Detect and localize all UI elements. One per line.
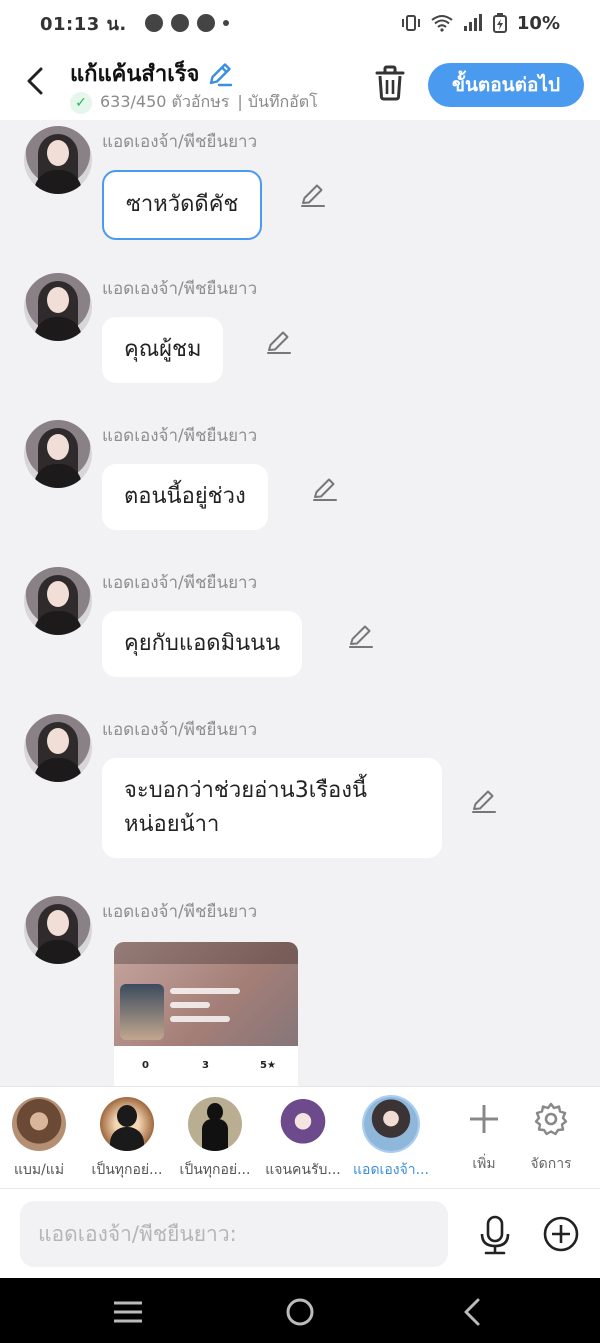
sender-avatar[interactable]: [24, 273, 92, 341]
notification-icons: [144, 14, 229, 32]
character-name: เป็นทุกอย่...: [179, 1162, 251, 1178]
menu-icon: [114, 1301, 142, 1323]
system-nav-bar: [0, 1278, 600, 1343]
character-item[interactable]: เป็นทุกอย่...: [84, 1097, 170, 1181]
story-title-row[interactable]: แก้แค้นสำเร็จ: [70, 56, 233, 91]
message-input[interactable]: [20, 1201, 448, 1267]
sender-name: แอดเองจ้า/พีชยืนยาว: [102, 279, 258, 299]
battery-level: 10%: [516, 12, 560, 34]
message-item: แอดเองจ้า/พีชยืนยาว จะบอกว่าช่วยอ่าน3เรื…: [0, 708, 600, 888]
edit-message-icon[interactable]: [300, 182, 326, 208]
character-name: แอดเองจ้า...: [353, 1162, 429, 1178]
character-item[interactable]: เป็นทุกอย่...: [172, 1097, 258, 1181]
sender-avatar[interactable]: [24, 896, 92, 964]
status-bar: 01:13 น. 10%: [0, 0, 600, 46]
back-button[interactable]: [18, 64, 52, 98]
message-input-bar: [0, 1188, 600, 1278]
autosave-status: | บันทึกอัตโ: [237, 92, 318, 111]
character-avatar: [364, 1097, 418, 1151]
vibrate-icon: [401, 15, 420, 31]
sender-name: แอดเองจ้า/พีชยืนยาว: [102, 902, 258, 922]
edit-title-icon[interactable]: [207, 61, 233, 87]
next-step-button[interactable]: ขั้นตอนต่อไป: [428, 63, 584, 107]
status-right: 10%: [401, 13, 560, 34]
message-item: แอดเองจ้า/พีชยืนยาว ตอนนี้อยู่ช่วง: [0, 414, 600, 554]
app-notification-icon: [196, 14, 215, 32]
character-name: เป็นทุกอย่...: [91, 1162, 163, 1178]
signal-icon: [463, 14, 482, 31]
plus-icon: [454, 1099, 514, 1139]
sender-avatar[interactable]: [24, 420, 92, 488]
screenshot-stat: 3: [202, 1060, 209, 1071]
more-notifications-icon: [222, 20, 229, 26]
message-bubble[interactable]: ตอนนี้อยู่ช่วง: [102, 464, 268, 530]
add-label: เพิ่ม: [472, 1156, 496, 1172]
sender-avatar[interactable]: [24, 126, 92, 194]
screenshot-cover-thumbnail: [120, 984, 164, 1040]
sender-name: แอดเองจ้า/พีชยืนยาว: [102, 720, 258, 740]
story-meta: ✓ 633/450 ตัวอักษร | บันทึกอัตโ: [70, 90, 348, 115]
story-title[interactable]: แก้แค้นสำเร็จ: [70, 56, 199, 91]
screenshot-top-bar: [114, 942, 298, 964]
character-item-active[interactable]: แอดเองจ้า...: [348, 1097, 434, 1181]
sender-name: แอดเองจ้า/พีชยืนยาว: [102, 132, 258, 152]
wifi-icon: [431, 15, 453, 32]
message-item: แอดเองจ้า/พีชยืนยาว คุยกับแอดมินนน: [0, 561, 600, 701]
system-back-button[interactable]: [452, 1292, 492, 1332]
sender-avatar[interactable]: [24, 567, 92, 635]
voice-input-button[interactable]: [478, 1215, 512, 1255]
home-button[interactable]: [280, 1292, 320, 1332]
character-item[interactable]: แจนคนรับ...: [260, 1097, 346, 1181]
sender-avatar[interactable]: [24, 714, 92, 782]
message-bubble[interactable]: จะบอกว่าช่วยอ่าน3เรืองนี้หน่อยน้าา: [102, 758, 442, 858]
app-notification-icon: [170, 14, 189, 32]
delete-button[interactable]: [372, 64, 408, 102]
edit-message-icon[interactable]: [312, 476, 338, 502]
sender-name: แอดเองจ้า/พีชยืนยาว: [102, 573, 258, 593]
message-bubble[interactable]: คุณผู้ชม: [102, 317, 224, 383]
battery-charging-icon: [492, 13, 507, 33]
home-circle-icon: [286, 1298, 314, 1326]
manage-label: จัดการ: [530, 1156, 572, 1172]
app-notification-icon: [144, 14, 163, 32]
edit-message-icon[interactable]: [471, 788, 497, 814]
chevron-left-icon: [27, 67, 43, 95]
plus-circle-icon: [543, 1216, 579, 1252]
edit-message-icon[interactable]: [348, 623, 374, 649]
char-count: 633/450 ตัวอักษร: [100, 92, 230, 111]
character-avatar: [276, 1097, 330, 1151]
message-item: แอดเองจ้า/พีชยืนยาว ซาหวัดดีคัช: [0, 120, 600, 260]
sender-name: แอดเองจ้า/พีชยืนยาว: [102, 426, 258, 446]
chat-area[interactable]: แอดเองจ้า/พีชยืนยาว ซาหวัดดีคัช แอดเองจ้…: [0, 120, 600, 1086]
trash-icon: [375, 65, 405, 101]
editor-header: แก้แค้นสำเร็จ ✓ 633/450 ตัวอักษร | บันทึ…: [0, 46, 600, 120]
message-bubble[interactable]: ซาหวัดดีคัช: [102, 170, 263, 240]
message-item: แอดเองจ้า/พีชยืนยาว 0 3 5★: [0, 890, 600, 1086]
gear-icon: [521, 1099, 581, 1139]
chevron-left-icon: [464, 1298, 480, 1326]
screenshot-stat: 5★: [260, 1060, 276, 1071]
check-icon: ✓: [70, 91, 92, 114]
screenshot-image-message[interactable]: 0 3 5★: [114, 942, 298, 1086]
add-character-button[interactable]: เพิ่ม: [454, 1099, 514, 1175]
status-time: 01:13 น.: [40, 13, 127, 35]
character-avatar: [188, 1097, 242, 1151]
character-tray: แบม/แม่ เป็นทุกอย่... เป็นทุกอย่... แจนค…: [0, 1086, 600, 1188]
microphone-icon: [480, 1215, 510, 1255]
character-avatar: [12, 1097, 66, 1151]
manage-characters-button[interactable]: จัดการ: [521, 1099, 581, 1175]
screenshot-stat: 0: [142, 1060, 149, 1071]
character-name: แบม/แม่: [13, 1162, 65, 1178]
message-item: แอดเองจ้า/พีชยืนยาว คุณผู้ชม: [0, 267, 600, 407]
character-name: แจนคนรับ...: [265, 1162, 341, 1178]
character-item[interactable]: แบม/แม่: [0, 1097, 82, 1181]
attach-button[interactable]: [542, 1215, 580, 1253]
character-avatar: [100, 1097, 154, 1151]
recent-apps-button[interactable]: [108, 1292, 148, 1332]
edit-message-icon[interactable]: [266, 329, 292, 355]
message-bubble[interactable]: คุยกับแอดมินนน: [102, 611, 303, 677]
